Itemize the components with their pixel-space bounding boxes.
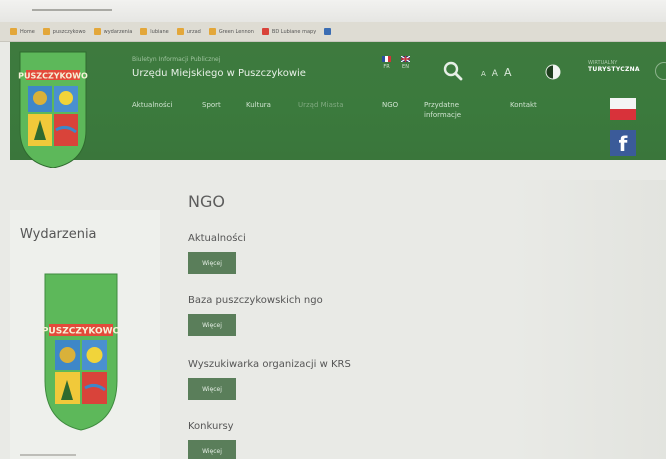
nav-item-przydatne-informacje[interactable]: Przydatne informacje (424, 100, 476, 120)
browser-title-bar (0, 0, 666, 22)
search-icon[interactable] (442, 60, 464, 82)
tourism-link[interactable]: WIRTUALNY TURYSTYCZNA (588, 60, 640, 73)
office-title[interactable]: Urzędu Miejskiego w Puszczykowie (132, 68, 306, 79)
french-flag-icon (382, 56, 391, 62)
font-size-medium[interactable]: A (492, 69, 498, 79)
folder-icon (140, 28, 148, 35)
bookmark-item[interactable]: lubiane (140, 28, 169, 35)
bookmark-favicon-icon (261, 28, 269, 35)
browser-tab-title[interactable] (32, 9, 112, 11)
more-button[interactable]: Więcej (188, 440, 236, 459)
entry-title[interactable]: Baza puszczykowskich ngo (188, 294, 323, 307)
bookmark-item[interactable] (324, 28, 332, 35)
bookmark-item[interactable]: puszczykowo (42, 28, 86, 35)
list-item: Baza puszczykowskich ngo Więcej (188, 294, 323, 336)
facebook-icon[interactable]: f (610, 130, 636, 156)
nav-item-sport[interactable]: Sport (202, 100, 221, 110)
site-header: PUSZCZYKOWO Biuletyn Informacji Publiczn… (10, 42, 666, 169)
svg-text:PUSZCZYKOWO: PUSZCZYKOWO (18, 72, 88, 81)
sidebar: Wydarzenia PUSZCZYKOWO (10, 210, 160, 459)
list-item: Aktualności Więcej (188, 232, 246, 274)
more-button[interactable]: Więcej (188, 378, 236, 400)
font-size-controls: A A A (481, 66, 512, 79)
background-column (510, 180, 666, 459)
more-button[interactable]: Więcej (188, 252, 236, 274)
nav-item-kontakt[interactable]: Kontakt (510, 100, 537, 110)
uk-flag-icon (401, 56, 410, 62)
folder-icon (93, 28, 101, 35)
office-subtitle: Biuletyn Informacji Publicznej (132, 56, 221, 63)
bookmark-item[interactable]: wydarzenia (93, 28, 132, 35)
nav-item-ngo[interactable]: NGO (382, 100, 398, 110)
bookmark-item[interactable]: Home (10, 28, 35, 35)
entry-title[interactable]: Konkursy (188, 420, 236, 433)
list-item: Wyszukiwarka organizacji w KRS Więcej (188, 358, 351, 400)
page-title: NGO (188, 192, 225, 211)
bookmark-item[interactable]: BD Lubiane mapy (261, 28, 316, 35)
nav-item-kultura[interactable]: Kultura (246, 100, 271, 110)
crest-icon: PUSZCZYKOWO (18, 51, 88, 169)
more-button[interactable]: Więcej (188, 314, 236, 336)
folder-icon (176, 28, 184, 35)
folder-icon (42, 28, 50, 35)
bookmarks-bar: Home puszczykowo wydarzenia lubiane urza… (0, 22, 666, 42)
nav-item-urzad-miasta[interactable]: Urząd Miasta (298, 100, 356, 110)
bookmark-item[interactable]: Green Lennon (208, 28, 254, 35)
font-size-large[interactable]: A (504, 66, 512, 79)
font-size-small[interactable]: A (481, 70, 486, 78)
language-switcher: FR EN (382, 56, 410, 70)
sidebar-crest: PUSZCZYKOWO (42, 272, 121, 432)
sidebar-title[interactable]: Wydarzenia (20, 227, 97, 242)
sidebar-divider (20, 454, 76, 456)
bookmark-item[interactable]: urzad (176, 28, 201, 35)
folder-icon (208, 28, 216, 35)
language-fr[interactable]: FR (382, 56, 391, 70)
contrast-icon[interactable] (545, 64, 561, 80)
list-item: Konkursy Więcej (188, 420, 236, 459)
crest-icon: PUSZCZYKOWO (42, 273, 121, 431)
folder-icon (10, 28, 17, 35)
poland-flag-icon[interactable] (610, 98, 636, 120)
bookmark-favicon-icon (324, 28, 332, 35)
entry-title[interactable]: Wyszukiwarka organizacji w KRS (188, 358, 351, 371)
svg-text:PUSZCZYKOWO: PUSZCZYKOWO (43, 327, 119, 337)
language-en[interactable]: EN (401, 56, 410, 70)
nav-item-aktualnosci[interactable]: Aktualności (132, 100, 172, 110)
city-crest-logo[interactable]: PUSZCZYKOWO (18, 50, 88, 169)
chevron-right-icon[interactable] (655, 62, 666, 80)
entry-title[interactable]: Aktualności (188, 232, 246, 245)
